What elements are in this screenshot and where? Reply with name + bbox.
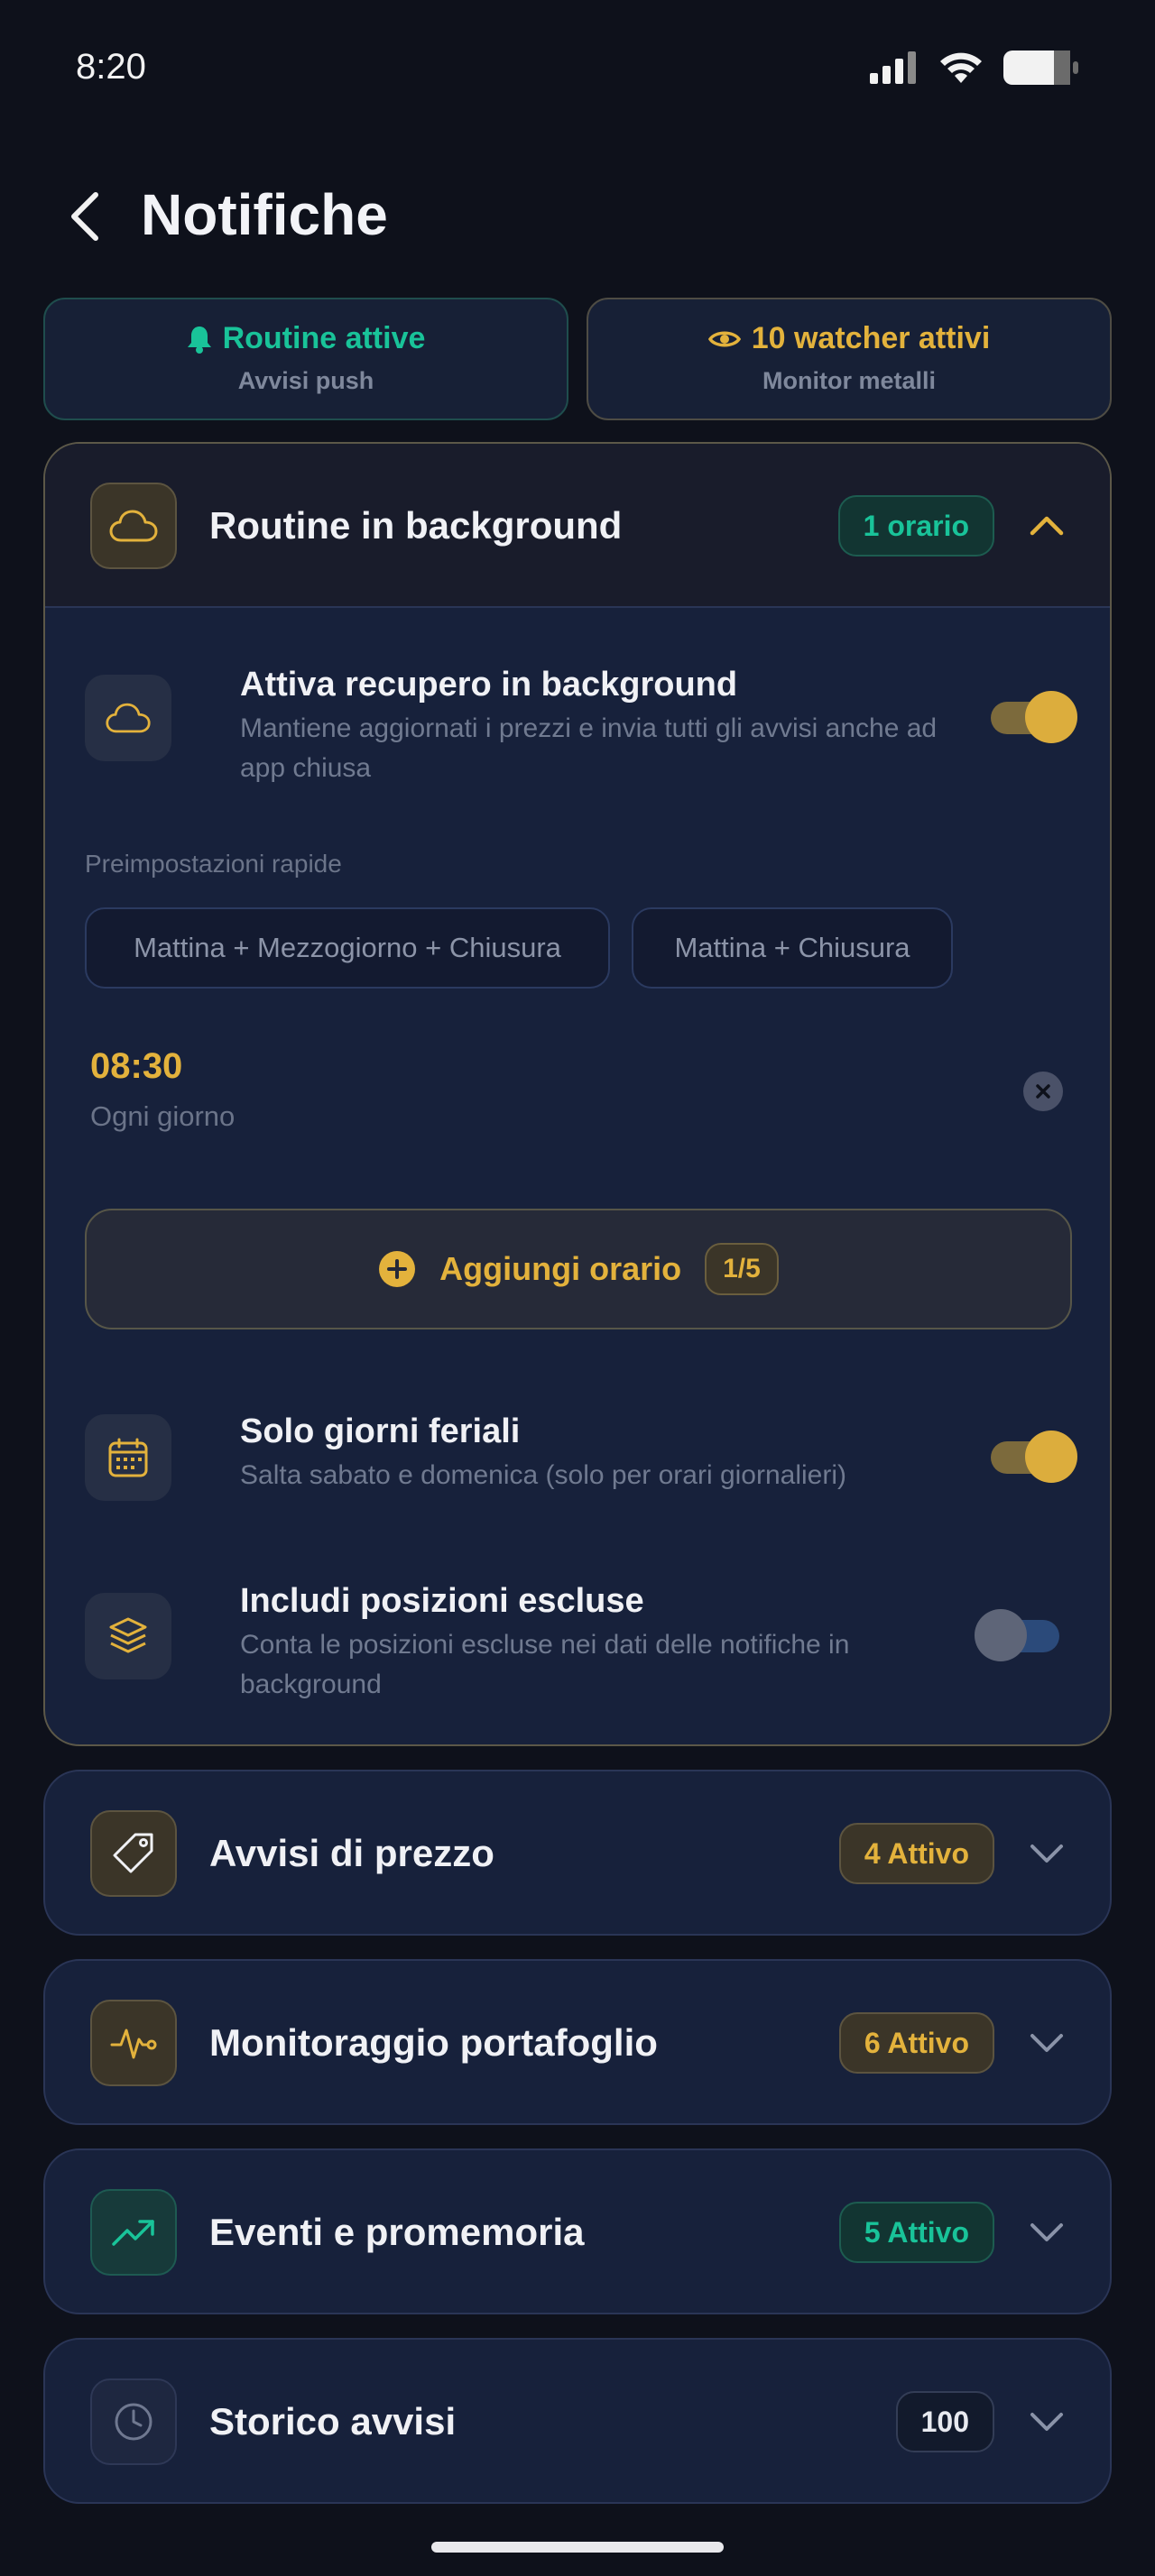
cloud-row-icon-box (85, 675, 171, 761)
page-title: Notifiche (141, 182, 388, 247)
schedule-limit-badge: 1/5 (705, 1243, 779, 1295)
routine-chip-title: Routine attive (222, 321, 426, 355)
background-fetch-title: Attiva recupero in background (240, 666, 738, 704)
pulse-icon (110, 2029, 157, 2059)
chevron-down-icon[interactable] (1029, 2214, 1065, 2250)
alert-history-section[interactable]: Storico avvisi 100 (43, 2338, 1112, 2504)
watcher-chip-subtitle: Monitor metalli (762, 367, 936, 394)
routine-chip-title-row: Routine attive (45, 321, 567, 356)
events-reminders-header[interactable]: Eventi e promemoria 5 Attivo (45, 2150, 1110, 2313)
status-icons (870, 51, 1079, 85)
excluded-positions-title: Includi posizioni escluse (240, 1582, 644, 1620)
toggle-knob (975, 1609, 1027, 1661)
portfolio-monitoring-title: Monitoraggio portafoglio (209, 2021, 658, 2064)
alert-history-title: Storico avvisi (209, 2400, 457, 2443)
chevron-left-icon (71, 192, 98, 241)
price-alerts-header[interactable]: Avvisi di prezzo 4 Attivo (45, 1771, 1110, 1934)
plus-circle-icon (379, 1251, 416, 1287)
preset-morning-close[interactable]: Mattina + Chiusura (632, 907, 953, 989)
remove-schedule-button[interactable] (1023, 1072, 1063, 1111)
price-alerts-title: Avvisi di prezzo (209, 1832, 494, 1874)
tag-icon (113, 1833, 153, 1873)
chevron-down-icon[interactable] (1029, 1835, 1065, 1872)
signal-icon (870, 51, 916, 84)
chevron-down-icon[interactable] (1029, 2025, 1065, 2061)
chevron-up-icon[interactable] (1029, 508, 1065, 544)
schedule-time[interactable]: 08:30 (90, 1046, 182, 1087)
battery-icon (1003, 51, 1078, 85)
portfolio-monitoring-icon-box (90, 2000, 177, 2086)
events-reminders-icon-box (90, 2189, 177, 2276)
status-bar: 8:20 (0, 0, 1155, 135)
routine-status-chip[interactable]: Routine attive Avvisi push (43, 298, 568, 420)
preset-morning-noon-close[interactable]: Mattina + Mezzogiorno + Chiusura (85, 907, 610, 989)
calendar-icon (108, 1438, 148, 1477)
background-fetch-toggle[interactable] (987, 691, 1077, 743)
back-button[interactable] (60, 184, 110, 249)
watcher-chip-title-row: 10 watcher attivi (588, 321, 1110, 356)
background-routine-header[interactable]: Routine in background 1 orario (45, 444, 1110, 608)
alert-history-icon-box (90, 2378, 177, 2465)
background-routine-title: Routine in background (209, 504, 623, 547)
schedule-count-badge: 1 orario (837, 495, 994, 557)
portfolio-monitoring-badge: 6 Attivo (838, 2012, 994, 2074)
watcher-status-chip[interactable]: 10 watcher attivi Monitor metalli (587, 298, 1112, 420)
weekdays-only-title: Solo giorni feriali (240, 1412, 521, 1450)
presets-label: Preimpostazioni rapide (85, 850, 342, 878)
weekdays-only-row: Solo giorni feriali Salta sabato e domen… (85, 1412, 1077, 1504)
background-routine-panel: Routine in background 1 orario Attiva re… (43, 442, 1112, 1746)
price-alerts-icon-box (90, 1810, 177, 1897)
clock-icon (115, 2403, 152, 2441)
status-time: 8:20 (76, 47, 146, 87)
excluded-positions-row: Includi posizioni escluse Conta le posiz… (85, 1582, 1077, 1710)
excluded-positions-description: Conta le posizioni escluse nei dati dell… (240, 1630, 850, 1699)
trending-up-icon (112, 2220, 154, 2246)
weekdays-only-toggle[interactable] (987, 1431, 1077, 1483)
close-icon (1036, 1084, 1050, 1099)
toggle-knob (1025, 691, 1077, 743)
schedule-repeat: Ogni giorno (90, 1100, 236, 1132)
bell-icon (187, 326, 211, 354)
routine-chip-subtitle: Avvisi push (237, 367, 374, 394)
alert-history-header[interactable]: Storico avvisi 100 (45, 2340, 1110, 2502)
events-reminders-title: Eventi e promemoria (209, 2211, 585, 2253)
cloud-icon (109, 510, 158, 542)
events-reminders-section[interactable]: Eventi e promemoria 5 Attivo (43, 2148, 1112, 2314)
watcher-chip-title: 10 watcher attivi (751, 321, 991, 355)
background-fetch-description: Mantiene aggiornati i prezzi e invia tut… (240, 713, 938, 783)
wifi-icon (940, 52, 982, 83)
portfolio-monitoring-header[interactable]: Monitoraggio portafoglio 6 Attivo (45, 1961, 1110, 2123)
weekdays-only-description: Salta sabato e domenica (solo per orari … (240, 1460, 847, 1490)
home-indicator[interactable] (431, 2542, 724, 2553)
calendar-row-icon-box (85, 1414, 171, 1501)
add-schedule-label: Aggiungi orario (439, 1250, 682, 1287)
events-reminders-badge: 5 Attivo (838, 2202, 994, 2263)
portfolio-monitoring-section[interactable]: Monitoraggio portafoglio 6 Attivo (43, 1959, 1112, 2125)
alert-history-badge: 100 (895, 2391, 994, 2452)
layers-icon (109, 1617, 147, 1653)
toggle-knob (1025, 1431, 1077, 1483)
excluded-positions-toggle[interactable] (975, 1609, 1065, 1661)
eye-icon (707, 331, 741, 346)
routine-icon-box (90, 483, 177, 569)
chevron-down-icon[interactable] (1029, 2404, 1065, 2440)
cloud-icon (106, 703, 151, 733)
price-alerts-section[interactable]: Avvisi di prezzo 4 Attivo (43, 1770, 1112, 1936)
background-fetch-row: Attiva recupero in background Mantiene a… (85, 666, 1077, 792)
price-alerts-badge: 4 Attivo (838, 1823, 994, 1884)
header: Notifiche (0, 171, 1155, 262)
layers-row-icon-box (85, 1593, 171, 1679)
add-schedule-button[interactable]: Aggiungi orario 1/5 (85, 1209, 1072, 1329)
